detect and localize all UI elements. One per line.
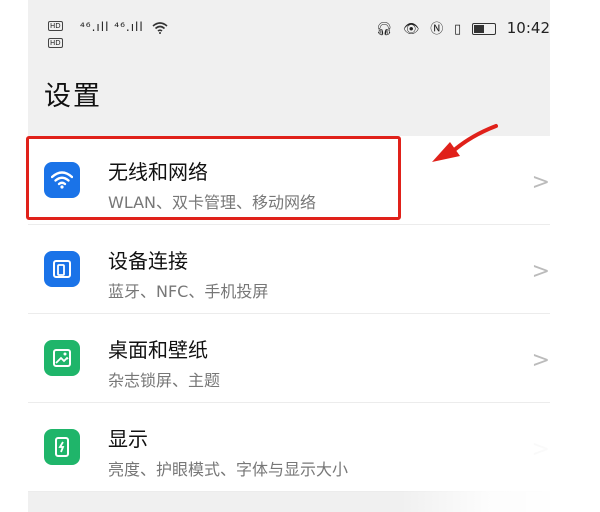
signal-text: ⁴⁶.ıll ⁴⁶.ıll [80,20,144,34]
item-title: 显示 [108,427,148,451]
highlight-box [26,136,401,220]
status-right: 🎧︎ 👁︎ Ⓝ ▯ 10:42 [376,18,550,37]
settings-item-device-connection[interactable]: 设备连接 蓝牙、NFC、手机投屏 > [28,225,550,314]
signal-strength: ⁴⁶.ıll ⁴⁶.ıll [80,20,168,34]
item-title: 设备连接 [108,249,188,273]
battery-level [473,24,484,33]
clock: 10:42 [506,19,550,37]
item-subtitle: 杂志锁屏、主题 [108,371,221,390]
item-subtitle: 蓝牙、NFC、手机投屏 [108,282,269,301]
vibrate-icon: ▯ [454,22,462,37]
battery-icon [471,22,496,35]
red-arrow-icon [432,124,498,162]
item-subtitle: 亮度、护眼模式、字体与显示大小 [108,460,349,479]
device-connection-icon [44,251,80,287]
chevron-right-icon: > [531,170,550,195]
wifi-status-icon [152,21,168,34]
chevron-right-icon: > [531,259,550,284]
headset-icon: 🎧︎ [375,22,393,37]
item-title: 桌面和壁纸 [108,338,208,362]
wallpaper-icon [44,340,80,376]
watermark-fade [400,410,600,512]
eye-icon: 👁︎ [402,22,420,37]
settings-item-desktop-wallpaper[interactable]: 桌面和壁纸 杂志锁屏、主题 > [28,314,550,403]
hd-badges: HD HD [48,16,63,50]
hd-badge-1: HD [48,21,63,31]
hd-badge-2: HD [48,38,63,48]
nfc-icon: Ⓝ [430,22,444,37]
status-bar: HD HD ⁴⁶.ıll ⁴⁶.ıll 🎧︎ 👁︎ Ⓝ ▯ 10:42 [28,0,550,64]
page-title: 设置 [44,81,102,112]
display-icon [44,429,80,465]
chevron-right-icon: > [531,348,550,373]
